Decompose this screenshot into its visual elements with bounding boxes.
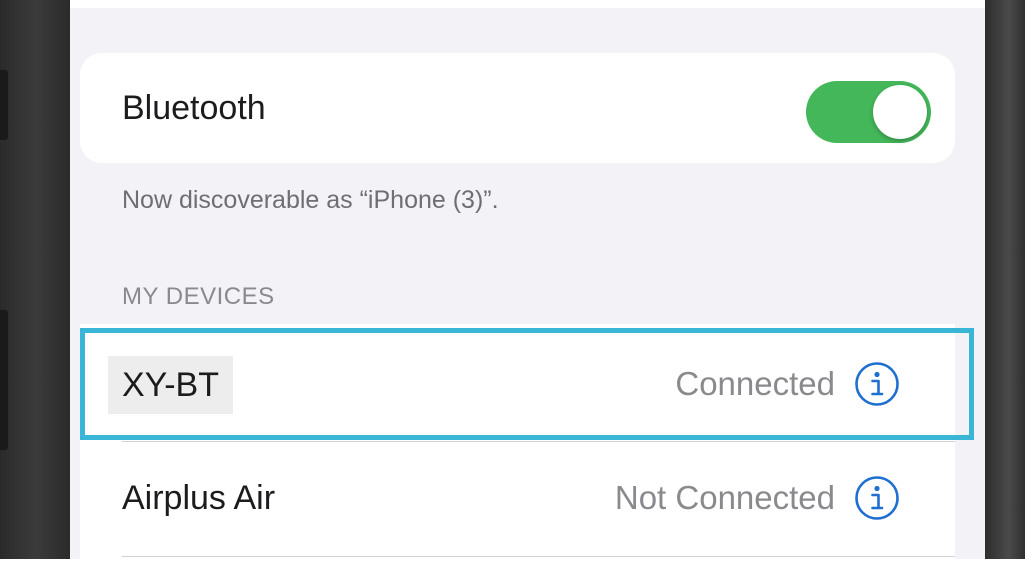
- device-name: Airplus Air: [122, 479, 276, 517]
- device-status: Not Connected: [614, 479, 835, 516]
- my-devices-header: MY DEVICES: [122, 283, 275, 310]
- device-name: XY-BT: [108, 356, 234, 414]
- toggle-knob: [873, 85, 927, 139]
- discoverable-text: Now discoverable as “iPhone (3)”.: [122, 186, 499, 214]
- row-divider: [122, 556, 955, 557]
- info-icon[interactable]: [854, 361, 900, 407]
- phone-bezel-right: [985, 0, 1025, 559]
- info-icon[interactable]: [854, 475, 900, 521]
- my-devices-list: XY-BT Connected Airplus Air Not Connecte…: [80, 324, 974, 567]
- phone-side-button: [0, 310, 8, 450]
- phone-side-button: [0, 70, 8, 140]
- phone-bezel-left: [0, 0, 70, 559]
- bluetooth-label: Bluetooth: [122, 89, 266, 127]
- device-status: Connected: [675, 365, 835, 402]
- bluetooth-toggle[interactable]: [806, 81, 931, 143]
- device-row-airplus-air[interactable]: Airplus Air Not Connected: [80, 442, 955, 554]
- bluetooth-settings-screen: Bluetooth Now discoverable as “iPhone (3…: [70, 8, 985, 567]
- bluetooth-toggle-card: Bluetooth: [80, 53, 955, 163]
- device-row-xy-bt[interactable]: XY-BT Connected: [80, 328, 955, 440]
